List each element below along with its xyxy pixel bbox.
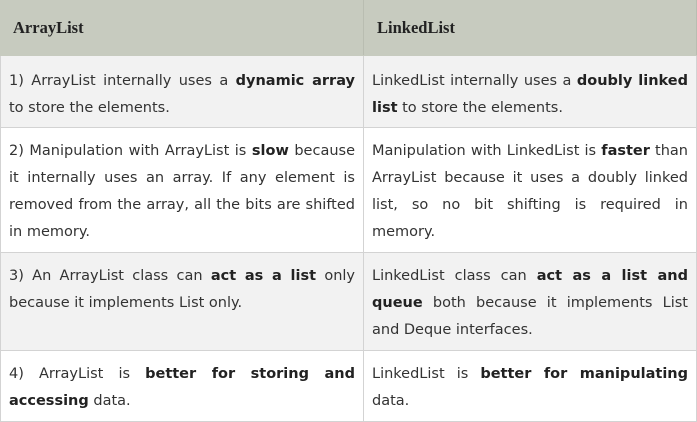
emphasis: dynamic array	[235, 73, 355, 89]
table-row: 3) An ArrayList class can act as a list …	[0, 252, 697, 351]
emphasis: slow	[251, 143, 289, 159]
table-row: 1) ArrayList internally uses a dynamic a…	[0, 55, 697, 128]
comparison-table: ArrayList LinkedList 1) ArrayList intern…	[0, 0, 697, 422]
header-arraylist: ArrayList	[0, 0, 364, 56]
linkedlist-cell: LinkedList is better for manipulating da…	[363, 350, 697, 422]
table-header: ArrayList LinkedList	[0, 0, 697, 56]
linkedlist-cell: LinkedList class can act as a list and q…	[363, 252, 697, 351]
linkedlist-cell: LinkedList internally uses a doubly link…	[363, 55, 697, 128]
emphasis: faster	[601, 143, 650, 159]
linkedlist-cell: Manipulation with LinkedList is faster t…	[363, 127, 697, 253]
arraylist-cell: 2) Manipulation with ArrayList is slow b…	[0, 127, 364, 253]
table-row: 2) Manipulation with ArrayList is slow b…	[0, 127, 697, 253]
table-body: 1) ArrayList internally uses a dynamic a…	[0, 55, 697, 422]
arraylist-cell: 1) ArrayList internally uses a dynamic a…	[0, 55, 364, 128]
table-row: 4) ArrayList is better for storing and a…	[0, 350, 697, 422]
arraylist-cell: 3) An ArrayList class can act as a list …	[0, 252, 364, 351]
arraylist-cell: 4) ArrayList is better for storing and a…	[0, 350, 364, 422]
header-row: ArrayList LinkedList	[0, 0, 697, 56]
emphasis: act as a list	[210, 268, 317, 284]
emphasis: better for manipulating	[480, 366, 688, 382]
header-linkedlist: LinkedList	[363, 0, 697, 56]
